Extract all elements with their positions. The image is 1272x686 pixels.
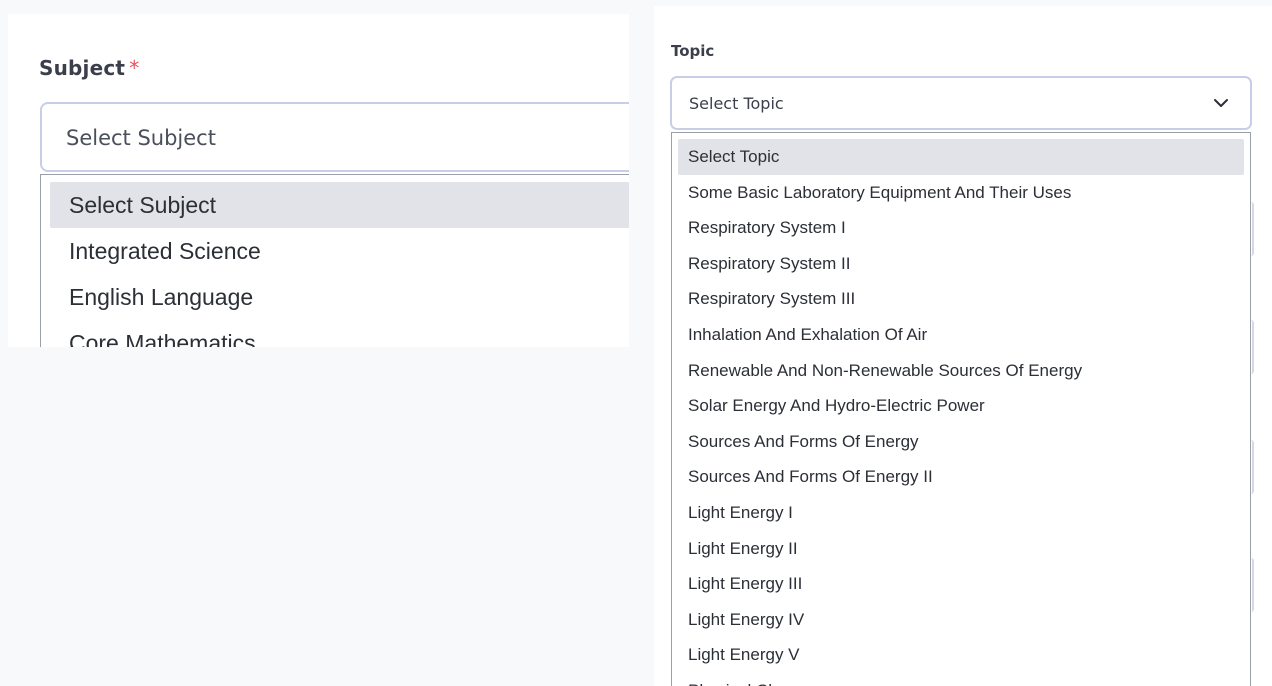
background-field-edge (1251, 558, 1254, 612)
topic-option[interactable]: Some Basic Laboratory Equipment And Thei… (678, 175, 1244, 211)
subject-option[interactable]: English Language (50, 274, 629, 320)
topic-option[interactable]: Respiratory System III (678, 281, 1244, 317)
topic-option[interactable]: Light Energy I (678, 495, 1244, 531)
topic-option[interactable]: Light Energy III (678, 566, 1244, 602)
topic-select-value: Select Topic (689, 94, 784, 113)
subject-label: Subject * (39, 56, 139, 80)
subject-panel: Subject * Select Subject Select Subject I… (8, 14, 629, 347)
topic-option[interactable]: Solar Energy And Hydro-Electric Power (678, 388, 1244, 424)
chevron-down-icon (1214, 99, 1228, 107)
topic-option[interactable]: Sources And Forms Of Energy II (678, 459, 1244, 495)
subject-label-text: Subject (39, 56, 126, 80)
background-field-edge (1251, 202, 1254, 256)
topic-option[interactable]: Renewable And Non-Renewable Sources Of E… (678, 353, 1244, 389)
subject-dropdown-list: Select Subject Integrated Science Englis… (40, 174, 629, 347)
topic-option[interactable]: Physical Change (678, 673, 1244, 686)
subject-select[interactable]: Select Subject (40, 102, 629, 172)
topic-option[interactable]: Light Energy II (678, 531, 1244, 567)
background-field-edge (1251, 320, 1254, 374)
topic-option[interactable]: Respiratory System II (678, 246, 1244, 282)
subject-option[interactable]: Select Subject (50, 182, 629, 228)
subject-option[interactable]: Integrated Science (50, 228, 629, 274)
topic-select[interactable]: Select Topic (670, 76, 1252, 130)
background-field-edge (1251, 440, 1254, 494)
subject-option[interactable]: Core Mathematics (50, 320, 629, 347)
topic-option[interactable]: Light Energy IV (678, 602, 1244, 638)
required-indicator: * (129, 56, 140, 80)
topic-dropdown-list: Select Topic Some Basic Laboratory Equip… (671, 132, 1251, 686)
topic-label: Topic (671, 42, 715, 60)
topic-panel: Topic Select Topic Select Topic Some Bas… (654, 6, 1272, 686)
subject-select-value: Select Subject (66, 126, 216, 150)
topic-option[interactable]: Select Topic (678, 139, 1244, 175)
topic-option[interactable]: Respiratory System I (678, 210, 1244, 246)
topic-option[interactable]: Light Energy V (678, 637, 1244, 673)
topic-option[interactable]: Sources And Forms Of Energy (678, 424, 1244, 460)
topic-option[interactable]: Inhalation And Exhalation Of Air (678, 317, 1244, 353)
